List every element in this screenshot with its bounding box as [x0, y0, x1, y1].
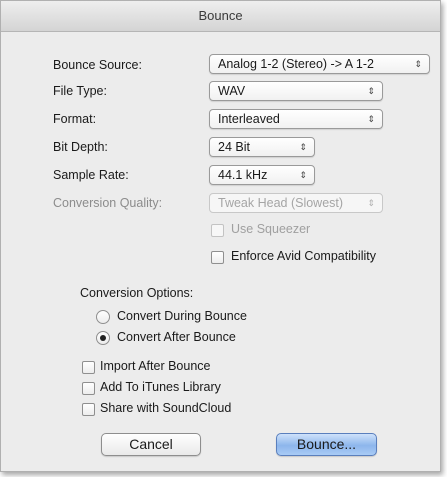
bounce-source-value: Analog 1-2 (Stereo) -> A 1-2: [218, 57, 374, 71]
enforce-avid-checkbox[interactable]: [211, 251, 224, 264]
file-type-value: WAV: [218, 84, 246, 98]
soundcloud-label: Share with SoundCloud: [100, 401, 232, 415]
convert-during-label: Convert During Bounce: [117, 309, 247, 323]
cancel-button[interactable]: Cancel: [101, 433, 201, 456]
itunes-label: Add To iTunes Library: [100, 380, 221, 394]
bit-depth-label: Bit Depth:: [53, 140, 108, 154]
convert-after-label: Convert After Bounce: [117, 330, 236, 344]
sample-rate-value: 44.1 kHz: [218, 168, 268, 182]
popup-arrows-icon: ⇕: [367, 114, 375, 124]
popup-arrows-icon: ⇕: [299, 170, 307, 180]
import-after-checkbox[interactable]: [82, 361, 95, 374]
format-label: Format:: [53, 112, 97, 126]
convert-during-radio[interactable]: [96, 310, 110, 324]
bounce-dialog: Bounce Bounce Source: Analog 1-2 (Stereo…: [0, 0, 441, 472]
conversion-quality-popup[interactable]: Tweak Head (Slowest) ⇕: [209, 193, 383, 213]
popup-arrows-icon: ⇕: [299, 142, 307, 152]
bounce-source-label: Bounce Source:: [53, 58, 142, 72]
bounce-source-popup[interactable]: Analog 1-2 (Stereo) -> A 1-2 ⇕: [209, 54, 430, 74]
convert-after-radio[interactable]: [96, 331, 110, 345]
conversion-quality-value: Tweak Head (Slowest): [218, 196, 344, 210]
file-type-popup[interactable]: WAV ⇕: [209, 81, 383, 101]
popup-arrows-icon: ⇕: [367, 86, 375, 96]
conversion-options-title: Conversion Options:: [80, 286, 194, 300]
format-value: Interleaved: [218, 112, 280, 126]
file-type-label: File Type:: [53, 84, 107, 98]
itunes-checkbox[interactable]: [82, 382, 95, 395]
sample-rate-label: Sample Rate:: [53, 168, 129, 182]
dialog-title: Bounce: [1, 1, 440, 32]
use-squeezer-checkbox[interactable]: [211, 224, 224, 237]
use-squeezer-label: Use Squeezer: [231, 222, 311, 236]
bit-depth-popup[interactable]: 24 Bit ⇕: [209, 137, 315, 157]
soundcloud-checkbox[interactable]: [82, 403, 95, 416]
bounce-button[interactable]: Bounce...: [276, 433, 377, 456]
format-popup[interactable]: Interleaved ⇕: [209, 109, 383, 129]
popup-arrows-icon: ⇕: [414, 59, 422, 69]
enforce-avid-label: Enforce Avid Compatibility: [231, 249, 376, 263]
import-after-label: Import After Bounce: [100, 359, 211, 373]
sample-rate-popup[interactable]: 44.1 kHz ⇕: [209, 165, 315, 185]
conversion-quality-label: Conversion Quality:: [53, 196, 163, 210]
bit-depth-value: 24 Bit: [218, 140, 250, 154]
popup-arrows-icon: ⇕: [367, 198, 375, 208]
